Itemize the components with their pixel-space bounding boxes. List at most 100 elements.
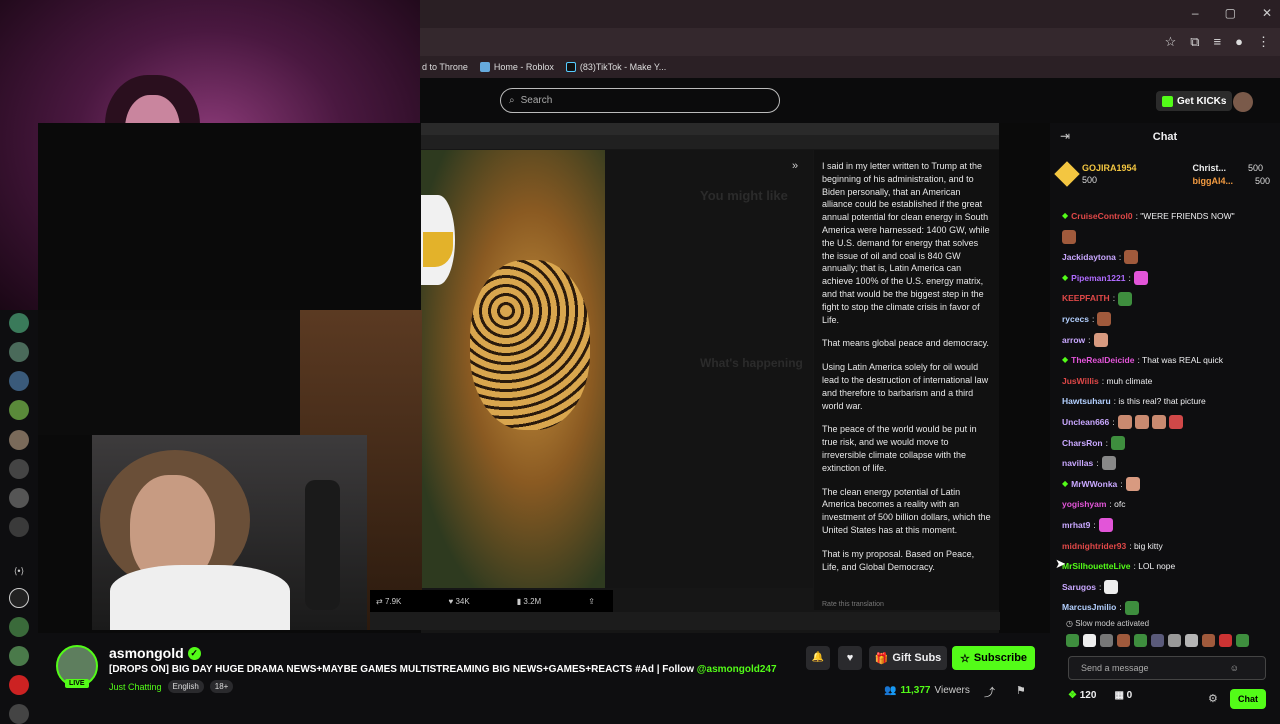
chat-username[interactable]: CruiseControl0	[1071, 206, 1132, 227]
emote[interactable]	[1100, 634, 1113, 647]
expand-chevron-icon: »	[792, 160, 799, 172]
followed-channel-avatar[interactable]	[9, 675, 29, 695]
chat-message-input[interactable]: Send a message ☺	[1068, 656, 1266, 680]
category-link[interactable]: Just Chatting	[109, 682, 162, 692]
emote	[1098, 518, 1113, 533]
chat-username[interactable]: TheRealDeicide	[1071, 350, 1134, 371]
chat-username[interactable]: rycecs	[1062, 309, 1089, 330]
emote[interactable]	[1083, 634, 1096, 647]
emote-picker-icon[interactable]: ☺	[1230, 663, 1239, 673]
bookmark-roblox[interactable]: Home - Roblox	[479, 62, 554, 72]
streamer-name[interactable]: asmongold	[109, 645, 184, 661]
bookmarks-bar: d to Throne Home - Roblox (83)TikTok - M…	[420, 56, 1280, 78]
close-button[interactable]: ✕	[1262, 6, 1272, 20]
chat-username[interactable]: JusWillis	[1062, 371, 1099, 392]
chat-username[interactable]: arrow	[1062, 330, 1085, 351]
stream-title-link[interactable]: @asmongold247	[697, 664, 777, 675]
followed-channel-avatar[interactable]	[9, 430, 29, 450]
chat-username[interactable]: MrSilhouetteLive	[1062, 556, 1130, 577]
chat-username[interactable]: Hawtsuharu	[1062, 391, 1111, 412]
followed-channel-avatar[interactable]	[9, 342, 29, 362]
chat-text: :	[1088, 334, 1091, 345]
chat-username[interactable]: navillas	[1062, 453, 1093, 474]
chat-username[interactable]: yogishyam	[1062, 494, 1106, 515]
gift-subs-button[interactable]: 🎁 Gift Subs	[869, 646, 947, 670]
followed-channel-avatar[interactable]	[9, 617, 29, 637]
followed-channel-avatar[interactable]	[9, 400, 29, 420]
chat-input-placeholder: Send a message	[1081, 663, 1149, 673]
gifter-amount: 500	[1082, 175, 1098, 185]
followed-channel-avatar[interactable]	[9, 488, 29, 508]
report-flag-icon[interactable]: ⚑	[1016, 684, 1026, 697]
search-input[interactable]: ⌕ Search	[500, 88, 780, 113]
gifter-amount: 500	[1254, 175, 1270, 186]
followed-channel-avatar[interactable]	[9, 517, 29, 537]
emote	[1125, 477, 1140, 492]
chat-username[interactable]: Pipeman1221	[1071, 268, 1125, 289]
chat-send-label: Chat	[1238, 694, 1258, 704]
emote[interactable]	[1219, 634, 1232, 647]
shared-screen-tabs	[421, 123, 999, 135]
get-kicks-button[interactable]: Get KICKs	[1156, 91, 1233, 111]
chat-username[interactable]: Unclean666	[1062, 412, 1109, 433]
chat-username[interactable]: KEEPFAITH	[1062, 288, 1110, 309]
chat-username[interactable]: CharsRon	[1062, 433, 1103, 454]
bookmark-throne[interactable]: d to Throne	[422, 62, 468, 72]
reading-list-icon[interactable]: ≡	[1214, 34, 1222, 50]
address-bar[interactable]	[420, 28, 1280, 56]
channel-points[interactable]: ❖ 120	[1068, 690, 1096, 701]
chat-username[interactable]: mrhat9	[1062, 515, 1090, 536]
chat-username[interactable]: MrWWonka	[1071, 474, 1117, 495]
streamer-name-row[interactable]: asmongold ✓	[109, 645, 201, 661]
store-button[interactable]: ▦ 0	[1114, 690, 1132, 701]
paragraph: The clean energy potential of Latin Amer…	[822, 486, 991, 535]
profile-icon[interactable]: ●	[1235, 34, 1243, 50]
emote[interactable]	[1117, 634, 1130, 647]
tag-english[interactable]: English	[167, 680, 204, 693]
chat-text: :	[1099, 581, 1102, 592]
pinned-gifter[interactable]: biggAl4... 500	[1192, 176, 1270, 186]
notifications-bell-button[interactable]: 🔔	[806, 646, 830, 670]
follow-heart-button[interactable]: ♥	[838, 646, 862, 670]
retweet-count: 7.9K	[384, 596, 402, 606]
emote[interactable]	[1202, 634, 1215, 647]
share-icon[interactable]: ⤴	[984, 684, 995, 700]
emote[interactable]	[1236, 634, 1249, 647]
followed-channel-avatar[interactable]	[9, 371, 29, 391]
maximize-button[interactable]: ▢	[1225, 6, 1236, 20]
followed-channel-avatar[interactable]	[9, 704, 29, 724]
bookmark-star-icon[interactable]: ☆	[1165, 34, 1177, 50]
expand-rail-icon[interactable]: ⟨•⟩	[9, 561, 29, 581]
followed-channel-avatar[interactable]	[9, 588, 29, 608]
bookmark-tiktok[interactable]: (83)TikTok - Make Y...	[565, 62, 666, 72]
chat-header: Chat	[1050, 123, 1280, 151]
pinned-gifter[interactable]: Christ... 500	[1192, 163, 1270, 173]
chat-username[interactable]: Jackidaytona	[1062, 247, 1116, 268]
chat-settings-gear-icon[interactable]: ⚙	[1208, 692, 1218, 705]
user-avatar[interactable]	[1233, 92, 1253, 112]
chat-text: :	[1128, 272, 1131, 283]
chat-username[interactable]: MarcusJmilio	[1062, 597, 1116, 618]
chat-message: ◆ CruiseControl0: "WERE FRIENDS NOW"	[1062, 206, 1276, 227]
chat-username[interactable]: midnightrider93	[1062, 536, 1126, 557]
emote	[1097, 312, 1112, 327]
emote[interactable]	[1185, 634, 1198, 647]
minimize-button[interactable]: –	[1192, 6, 1199, 20]
extensions-icon[interactable]: ⧉	[1190, 34, 1199, 50]
emote[interactable]	[1168, 634, 1181, 647]
chat-username[interactable]: Sarugos	[1062, 577, 1096, 598]
viewers-icon: 👥	[884, 685, 897, 696]
followed-channel-avatar[interactable]	[9, 646, 29, 666]
tag-18plus[interactable]: 18+	[209, 680, 234, 693]
chat-send-button[interactable]: Chat	[1230, 689, 1266, 709]
followed-channel-avatar[interactable]	[9, 459, 29, 479]
chat-message: ◆ TheRealDeicide: That was REAL quick	[1062, 350, 1276, 371]
tiktok-icon	[565, 62, 576, 72]
followed-channel-avatar[interactable]	[9, 313, 29, 333]
pinned-gifter[interactable]: GOJIRA1954 500	[1082, 163, 1137, 185]
emote[interactable]	[1134, 634, 1147, 647]
emote[interactable]	[1151, 634, 1164, 647]
emote[interactable]	[1066, 634, 1079, 647]
menu-icon[interactable]: ⋮	[1257, 34, 1270, 50]
subscribe-button[interactable]: ☆ Subscribe	[952, 646, 1035, 670]
